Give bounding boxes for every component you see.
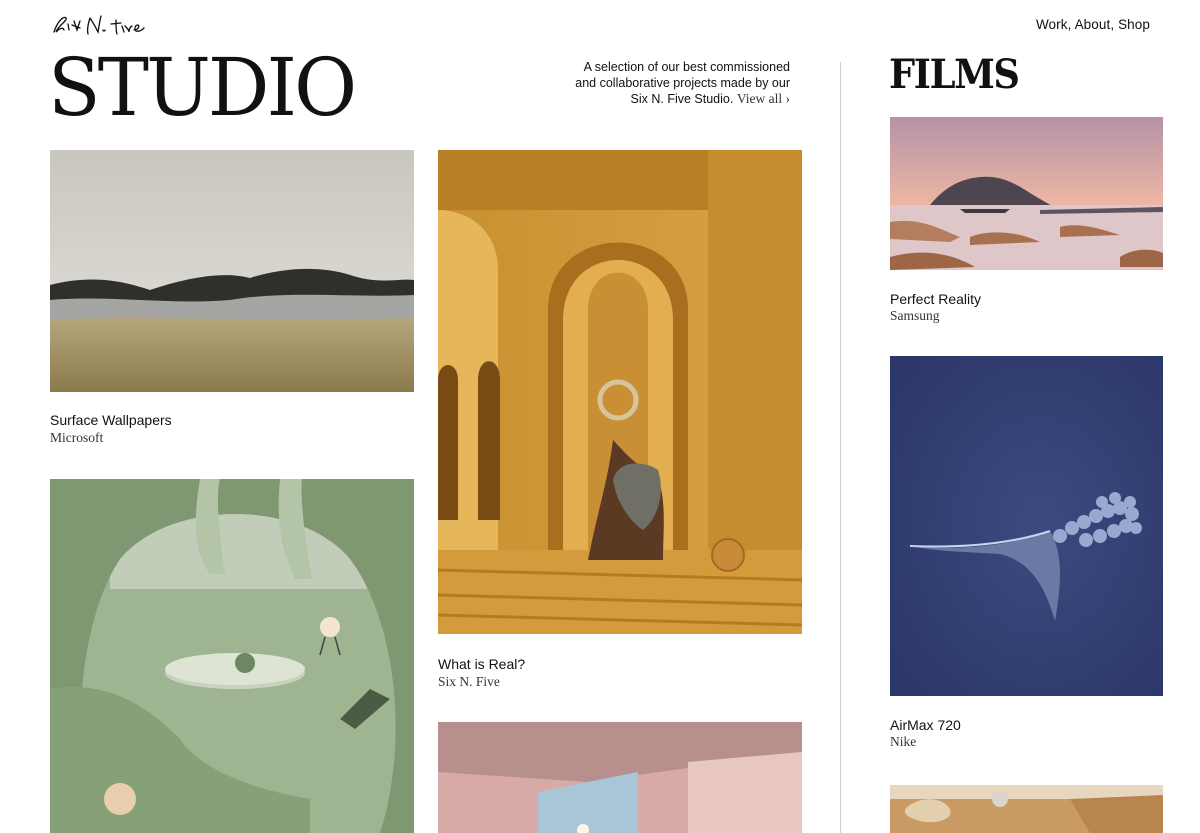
project-thumbnail[interactable] [50, 479, 414, 833]
project-thumbnail[interactable] [50, 150, 414, 392]
nav-shop[interactable]: Shop [1118, 17, 1150, 32]
film-thumbnail[interactable] [890, 785, 1163, 833]
intro-line-3: Six N. Five Studio. [630, 92, 734, 106]
film-card-wood-room[interactable] [890, 785, 1163, 833]
project-card-surface-wallpapers[interactable]: Surface Wallpapers Microsoft [50, 150, 414, 450]
project-card-pink-room[interactable] [438, 722, 802, 833]
films-title: FILMS [889, 51, 1020, 98]
nav-about[interactable]: About, [1075, 17, 1115, 32]
studio-title: STUDIO [48, 41, 357, 134]
film-card-airmax-720[interactable]: AirMax 720 Nike [890, 356, 1163, 756]
film-client: Samsung [890, 308, 940, 323]
logo[interactable] [50, 12, 175, 38]
film-title[interactable]: Perfect Reality [890, 291, 981, 307]
project-title[interactable]: Surface Wallpapers [50, 412, 172, 428]
project-title[interactable]: What is Real? [438, 656, 525, 672]
project-client: Microsoft [50, 430, 104, 445]
top-nav: Work, About, Shop [1036, 17, 1150, 32]
project-card-what-is-real[interactable]: What is Real? Six N. Five [438, 150, 802, 695]
logo-signature-icon [53, 15, 145, 35]
project-thumbnail[interactable] [438, 722, 802, 833]
film-title[interactable]: AirMax 720 [890, 717, 961, 733]
film-client: Nike [890, 734, 917, 749]
nav-work[interactable]: Work, [1036, 17, 1072, 32]
film-card-perfect-reality[interactable]: Perfect Reality Samsung [890, 117, 1163, 327]
project-thumbnail[interactable] [438, 150, 802, 634]
film-thumbnail[interactable] [890, 356, 1163, 696]
studio-intro: A selection of our best commissioned and… [520, 59, 790, 107]
project-card-green-interior[interactable] [50, 479, 414, 833]
column-divider [840, 62, 841, 833]
intro-line-1: A selection of our best commissioned [583, 60, 790, 74]
project-client: Six N. Five [438, 674, 500, 689]
film-thumbnail[interactable] [890, 117, 1163, 270]
intro-line-2: and collaborative projects made by our [575, 76, 790, 90]
view-all-link[interactable]: View all › [737, 91, 790, 106]
